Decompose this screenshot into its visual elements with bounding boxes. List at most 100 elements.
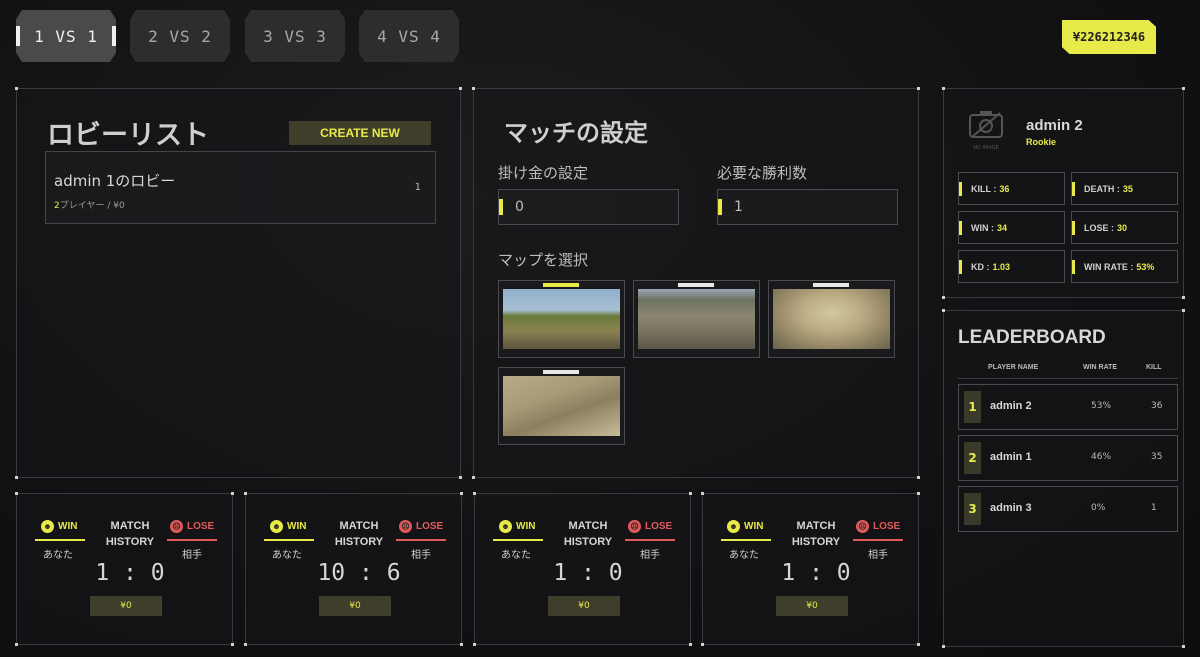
map-option-4[interactable] [498,367,625,445]
match-score: 1 : 0 [781,560,851,586]
match-prize: ¥0 [776,596,848,616]
match-prize: ¥0 [548,596,620,616]
match-score: 1 : 0 [95,560,165,586]
lobby-list-item[interactable]: admin 1のロビー 2プレイヤー / ¥0 1 [45,151,436,224]
smile-icon: ☻ [41,520,54,533]
smile-icon: ☻ [270,520,283,533]
match-history-card: ☻ WIN MATCH HISTORY ☹ LOSE あなた 相手 1 : 0 ¥0 [15,492,234,646]
map-option-2[interactable] [633,280,760,358]
player-kill: 1 [1151,503,1157,513]
lose-underline [167,539,217,541]
match-score: 1 : 0 [553,560,623,586]
map-4-thumbnail [503,376,620,436]
sad-face-icon: ☹ [170,520,183,533]
opponent-label: 相手 [640,550,660,561]
leaderboard-header: PLAYER NAME WIN RATE KILL [958,357,1178,379]
profile-rank: Rookie [1026,137,1057,147]
rank-number: 3 [964,493,981,525]
leaderboard-title: LEADERBOARD [958,327,1106,348]
stat-win-rate: WIN RATE :53% [1071,250,1178,283]
win-label: ☻ WIN [41,520,77,533]
win-label: ☻ WIN [727,520,763,533]
match-score: 10 : 6 [317,560,401,586]
map-3-thumbnail [773,289,890,349]
leaderboard-row[interactable]: 1 admin 2 53% 36 [958,384,1178,430]
lose-label: ☹ LOSE [399,520,443,533]
lose-label: ☹ LOSE [170,520,214,533]
match-settings-panel: マッチの設定 掛け金の設定 必要な勝利数 0 1 マップを選択 [472,87,920,479]
player-win-rate: 53% [1091,401,1112,411]
leaderboard-panel: LEADERBOARD PLAYER NAME WIN RATE KILL 1 … [942,309,1185,648]
profile-name: admin 2 [1026,117,1083,134]
you-label: あなた [501,550,531,561]
header-kill: KILL [1146,364,1162,371]
player-name: admin 1 [990,451,1032,463]
opponent-label: 相手 [411,550,431,561]
match-history-title: MATCH HISTORY [334,520,384,548]
lose-underline [853,539,903,541]
match-prize: ¥0 [90,596,162,616]
camera-off-icon [969,111,1003,138]
tab-1vs1[interactable]: 1 VS 1 [16,10,116,62]
balance-badge: ¥226212346 [1062,20,1156,54]
win-underline [493,539,543,541]
tab-2vs2[interactable]: 2 VS 2 [130,10,230,62]
player-win-rate: 0% [1091,503,1106,513]
map-1-thumbnail [503,289,620,349]
lose-underline [396,539,446,541]
avatar: NO IMAGE [966,109,1006,151]
map-label: マップを選択 [498,251,589,269]
lose-label: ☹ LOSE [856,520,900,533]
create-new-button[interactable]: CREATE NEW [289,121,431,145]
tab-3vs3[interactable]: 3 VS 3 [245,10,345,62]
wins-label: 必要な勝利数 [717,164,808,182]
win-label: ☻ WIN [499,520,535,533]
sad-face-icon: ☹ [399,520,412,533]
player-win-rate: 46% [1091,452,1112,462]
rank-number: 1 [964,391,981,423]
you-label: あなた [729,550,759,561]
stat-win: WIN :34 [958,211,1065,244]
smile-icon: ☻ [727,520,740,533]
win-label: ☻ WIN [270,520,306,533]
wager-label: 掛け金の設定 [498,164,589,182]
match-prize: ¥0 [319,596,391,616]
lose-label: ☹ LOSE [628,520,672,533]
header-player-name: PLAYER NAME [988,364,1039,371]
tab-4vs4[interactable]: 4 VS 4 [359,10,459,62]
profile-panel: NO IMAGE admin 2 Rookie KILL :36 DEATH :… [942,87,1185,299]
match-history-card: ☻ WIN MATCH HISTORY ☹ LOSE あなた 相手 1 : 0 ¥0 [473,492,692,646]
lose-underline [625,539,675,541]
win-underline [721,539,771,541]
player-kill: 36 [1151,401,1163,411]
lobby-panel: ロビーリスト CREATE NEW admin 1のロビー 2プレイヤー / ¥… [15,87,462,479]
win-underline [264,539,314,541]
wins-input[interactable]: 1 [717,189,898,225]
sad-face-icon: ☹ [856,520,869,533]
lobby-number: 1 [414,182,421,193]
map-2-thumbnail [638,289,755,349]
map-option-3[interactable] [768,280,895,358]
no-image-label: NO IMAGE [973,145,999,151]
leaderboard-row[interactable]: 2 admin 1 46% 35 [958,435,1178,481]
leaderboard-row[interactable]: 3 admin 3 0% 1 [958,486,1178,532]
lobby-name: admin 1のロビー [54,172,176,190]
map-option-1[interactable] [498,280,625,358]
smile-icon: ☻ [499,520,512,533]
wager-input[interactable]: 0 [498,189,679,225]
opponent-label: 相手 [182,550,202,561]
you-label: あなた [43,550,73,561]
stat-kd: KD :1.03 [958,250,1065,283]
lobby-title: ロビーリスト [47,120,209,151]
stat-lose: LOSE :30 [1071,211,1178,244]
match-history-title: MATCH HISTORY [105,520,155,548]
rank-number: 2 [964,442,981,474]
opponent-label: 相手 [868,550,888,561]
player-name: admin 3 [990,502,1032,514]
match-history-title: MATCH HISTORY [791,520,841,548]
you-label: あなた [272,550,302,561]
match-settings-title: マッチの設定 [504,119,648,147]
header-win-rate: WIN RATE [1083,364,1118,371]
player-kill: 35 [1151,452,1163,462]
stat-death: DEATH :35 [1071,172,1178,205]
